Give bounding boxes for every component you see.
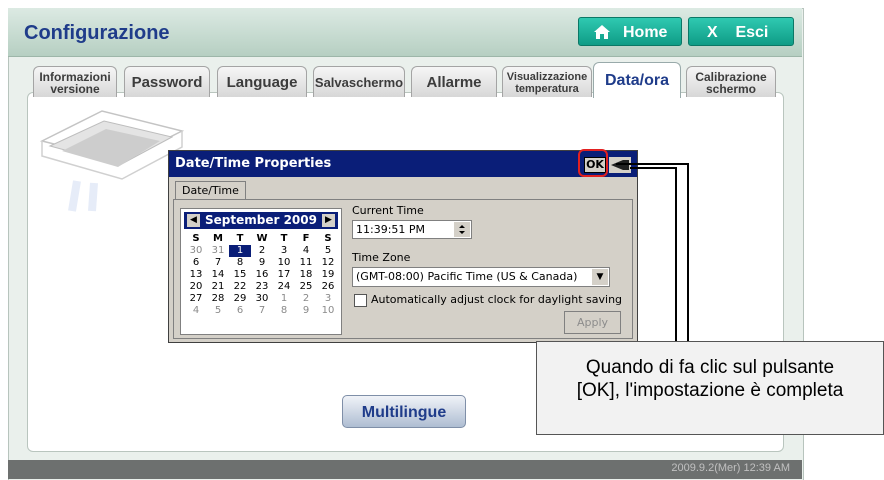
callout-line2: [OK], l'impostazione è completa	[576, 380, 844, 401]
callout-box: Quando di fa clic sul pulsante [OK], l'i…	[536, 341, 884, 435]
callout-line1: Quando di fa clic sul pulsante	[585, 357, 835, 378]
status-datetime: 2009.9.2(Mer) 12:39 AM	[671, 462, 790, 474]
status-bar: 2009.9.2(Mer) 12:39 AM	[8, 460, 802, 479]
multilingue-button[interactable]: Multilingue	[342, 395, 466, 428]
